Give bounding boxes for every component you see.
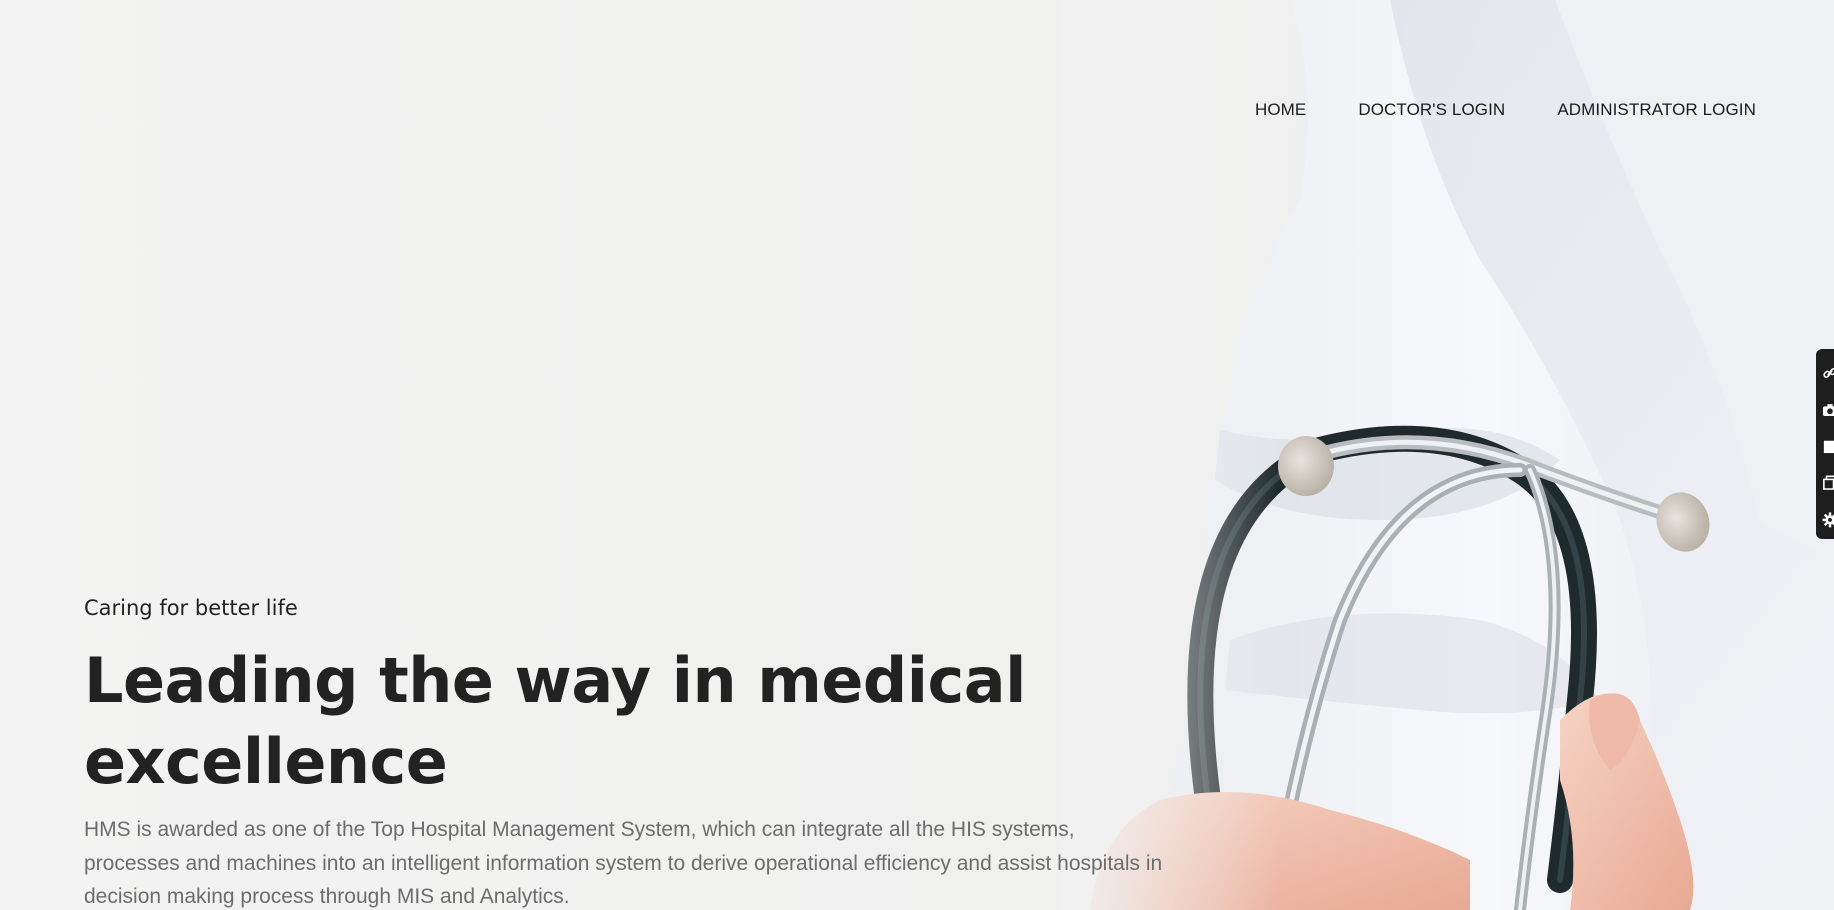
link-icon[interactable] xyxy=(1821,365,1834,381)
copy-icon[interactable] xyxy=(1821,475,1834,491)
nav-doctors-login-link[interactable]: DOCTOR'S LOGIN xyxy=(1358,100,1505,120)
gear-icon[interactable] xyxy=(1821,512,1834,528)
nav-administrator-login-link[interactable]: ADMINISTRATOR LOGIN xyxy=(1557,100,1756,120)
hero-description: HMS is awarded as one of the Top Hospita… xyxy=(84,818,1163,908)
floating-side-toolbar xyxy=(1816,349,1834,539)
hero-section: HOME DOCTOR'S LOGIN ADMINISTRATOR LOGIN … xyxy=(0,0,1834,910)
square-icon[interactable] xyxy=(1821,439,1834,455)
hero-tagline: Caring for better life xyxy=(84,596,298,620)
nav-home-link[interactable]: HOME xyxy=(1255,100,1306,120)
hero-headline: Leading the way in medical excellence xyxy=(84,644,1026,798)
main-nav: HOME DOCTOR'S LOGIN ADMINISTRATOR LOGIN xyxy=(1255,100,1756,120)
camera-icon[interactable] xyxy=(1821,402,1834,418)
